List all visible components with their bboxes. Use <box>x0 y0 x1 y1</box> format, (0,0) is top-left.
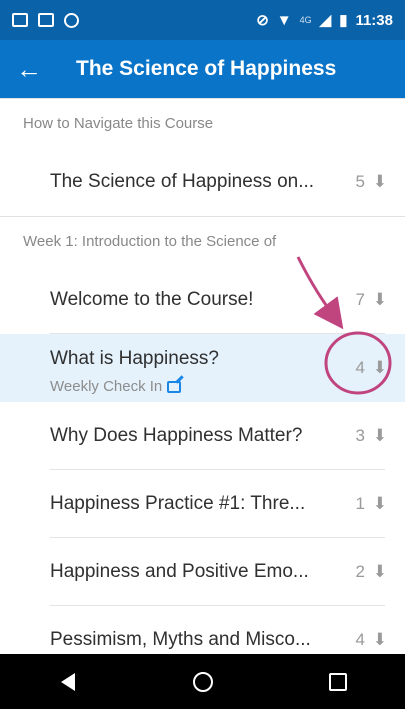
recents-nav-button[interactable] <box>308 654 368 709</box>
back-triangle-icon <box>60 672 75 691</box>
subtitle-text: Weekly Check In <box>50 378 163 395</box>
section-header: Week 1: Introduction to the Science of <box>0 216 405 266</box>
list-item[interactable]: Welcome to the Course! 7 ⬇ <box>0 266 405 334</box>
download-count: 5 <box>355 172 365 191</box>
download-count: 4 <box>355 630 365 649</box>
status-right: ⊘ ▼ 4G ◢ ▮ 11:38 <box>256 11 393 30</box>
download-arrow-icon[interactable]: ⬇ <box>373 172 387 192</box>
home-nav-button[interactable] <box>173 654 233 709</box>
gallery-icon <box>12 13 28 27</box>
download-arrow-icon[interactable]: ⬇ <box>373 494 387 514</box>
list-item[interactable]: The Science of Happiness on... 5 ⬇ <box>0 148 405 216</box>
course-list: How to Navigate this Course The Science … <box>0 98 405 674</box>
status-bar: ⊘ ▼ 4G ◢ ▮ 11:38 <box>0 0 405 40</box>
list-item-selected[interactable]: What is Happiness? Weekly Check In 4 ⬇ <box>0 334 405 402</box>
edit-icon <box>167 380 182 393</box>
item-label: The Science of Happiness on... <box>50 171 315 192</box>
section-header: How to Navigate this Course <box>0 98 405 148</box>
download-arrow-icon[interactable]: ⬇ <box>373 630 387 650</box>
app-screen: ⊘ ▼ 4G ◢ ▮ 11:38 ← The Science of Happin… <box>0 0 405 709</box>
download-arrow-icon[interactable]: ⬇ <box>373 358 387 378</box>
item-label: What is Happiness? <box>50 348 219 369</box>
back-nav-button[interactable] <box>38 654 98 709</box>
android-nav-bar <box>0 654 405 709</box>
download-arrow-icon[interactable]: ⬇ <box>373 426 387 446</box>
list-item[interactable]: Why Does Happiness Matter? 3 ⬇ <box>0 402 405 470</box>
list-item[interactable]: Happiness and Positive Emo... 2 ⬇ <box>0 538 405 606</box>
battery-icon: ▮ <box>339 12 348 29</box>
item-label: Happiness Practice #1: Thre... <box>50 493 306 514</box>
status-notifications <box>12 12 79 28</box>
app-toolbar: ← The Science of Happiness <box>0 40 405 98</box>
page-title: The Science of Happiness <box>76 57 337 80</box>
item-label: Happiness and Positive Emo... <box>50 561 309 582</box>
chat-icon <box>64 12 79 28</box>
download-count: 4 <box>355 358 365 377</box>
item-label: Pessimism, Myths and Misco... <box>50 629 311 650</box>
signal-icon: ◢ <box>319 12 332 29</box>
item-label: Welcome to the Course! <box>50 289 254 310</box>
download-count: 3 <box>355 426 365 445</box>
recents-square-icon <box>328 672 347 691</box>
download-count: 7 <box>355 290 365 309</box>
download-count: 1 <box>355 494 365 513</box>
list-item[interactable]: Happiness Practice #1: Thre... 1 ⬇ <box>0 470 405 538</box>
wifi-icon: ▼ <box>276 11 292 29</box>
image-icon <box>38 13 54 27</box>
download-arrow-icon[interactable]: ⬇ <box>373 290 387 310</box>
status-time: 11:38 <box>355 11 393 29</box>
download-count: 2 <box>355 562 365 581</box>
mute-icon: ⊘ <box>256 12 269 29</box>
item-label: Why Does Happiness Matter? <box>50 425 303 446</box>
item-subtitle: Weekly Check In <box>50 378 182 395</box>
back-arrow-icon[interactable]: ← <box>0 40 58 98</box>
network-label: 4G <box>299 15 312 25</box>
download-arrow-icon[interactable]: ⬇ <box>373 562 387 582</box>
home-circle-icon <box>192 671 213 692</box>
